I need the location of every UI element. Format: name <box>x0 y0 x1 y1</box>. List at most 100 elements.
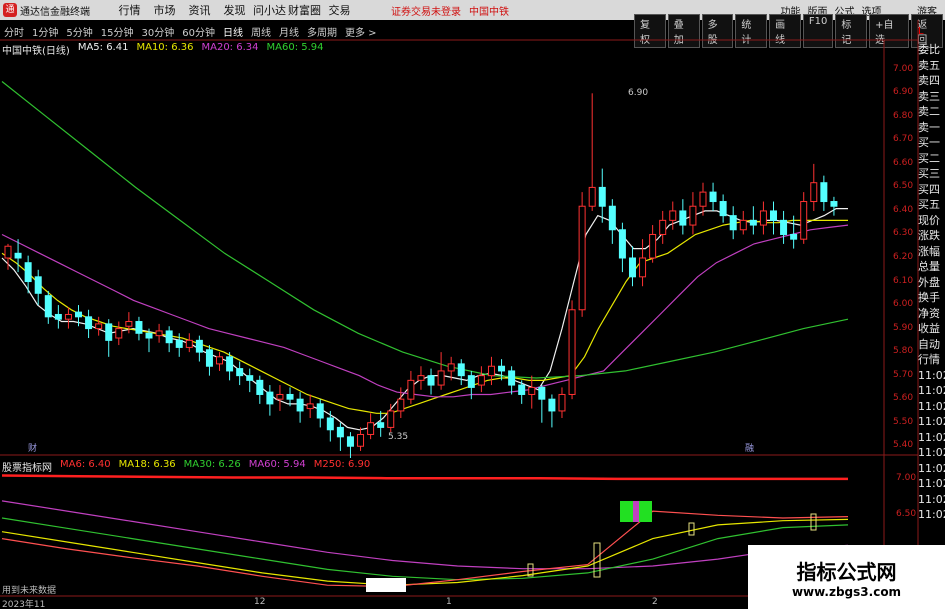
candle-body[interactable] <box>487 365 495 377</box>
price-tick-label: 6.60 <box>893 157 914 168</box>
candle-body[interactable] <box>175 339 183 348</box>
candle-body[interactable] <box>64 313 72 320</box>
candle-body[interactable] <box>518 384 526 395</box>
ma20-line <box>1 224 849 398</box>
candle-body[interactable] <box>216 356 224 365</box>
candle-body[interactable] <box>14 252 22 259</box>
candle-body[interactable] <box>377 422 385 428</box>
candle-body[interactable] <box>286 393 294 400</box>
candle-body[interactable] <box>467 375 475 388</box>
price-tick-label: 6.70 <box>893 134 914 145</box>
candle-body[interactable] <box>316 403 324 419</box>
candle-body[interactable] <box>457 363 465 377</box>
candle-body[interactable] <box>659 219 667 235</box>
candle-body[interactable] <box>649 233 657 259</box>
high-price-label: 6.90 <box>628 88 649 98</box>
candle-body[interactable] <box>357 433 365 447</box>
candle-body[interactable] <box>296 398 304 412</box>
candle-body[interactable] <box>306 403 314 410</box>
candle-body[interactable] <box>115 328 123 339</box>
candle-body[interactable] <box>34 276 42 294</box>
candle-body[interactable] <box>598 186 606 207</box>
candle-body[interactable] <box>417 375 425 381</box>
candle-body[interactable] <box>548 398 556 412</box>
candle-body[interactable] <box>639 257 647 278</box>
candle-body[interactable] <box>246 375 254 381</box>
candle-body[interactable] <box>407 379 415 400</box>
candle-body[interactable] <box>427 375 435 386</box>
candle-body[interactable] <box>810 182 818 203</box>
candle-body[interactable] <box>256 379 264 395</box>
candle-body[interactable] <box>266 391 274 405</box>
candle-body[interactable] <box>387 410 395 428</box>
candle-body[interactable] <box>729 215 737 231</box>
future-data-label: 用到未来数据 <box>2 586 57 596</box>
candle-body[interactable] <box>628 257 636 278</box>
candle-body[interactable] <box>769 210 777 221</box>
candle-body[interactable] <box>205 349 213 367</box>
event-marker-1[interactable]: 财 <box>28 441 37 454</box>
price-tick-label: 5.40 <box>893 440 914 451</box>
candle-body[interactable] <box>4 245 12 259</box>
candle-body[interactable] <box>578 205 586 311</box>
candle-body[interactable] <box>538 386 546 400</box>
candle-body[interactable] <box>780 219 788 235</box>
candle-body[interactable] <box>618 229 626 259</box>
candle-body[interactable] <box>699 191 707 207</box>
candle-body[interactable] <box>165 330 173 344</box>
candle-body[interactable] <box>528 386 536 395</box>
candle-body[interactable] <box>830 201 838 207</box>
candle-body[interactable] <box>276 393 284 400</box>
candle-body[interactable] <box>326 417 334 431</box>
candle-body[interactable] <box>226 356 234 372</box>
m250-line <box>1 474 848 481</box>
ind-ma6-line <box>1 510 849 588</box>
candle-body[interactable] <box>145 332 153 339</box>
candle-body[interactable] <box>54 313 62 320</box>
candle-body[interactable] <box>135 321 143 334</box>
candle-body[interactable] <box>346 436 354 447</box>
candle-body[interactable] <box>608 205 616 231</box>
candle-body[interactable] <box>820 182 828 203</box>
candle-body[interactable] <box>800 201 808 240</box>
candle-body[interactable] <box>588 186 596 207</box>
candle-body[interactable] <box>477 375 485 386</box>
candle-body[interactable] <box>44 295 52 318</box>
price-tick-label: 6.20 <box>893 252 914 262</box>
candle-body[interactable] <box>105 323 113 341</box>
candle-body[interactable] <box>689 205 697 226</box>
candle-body[interactable] <box>336 426 344 438</box>
candle-body[interactable] <box>739 219 747 231</box>
candle-body[interactable] <box>195 339 203 353</box>
kline-chart[interactable] <box>0 0 945 609</box>
price-tick-label: 5.70 <box>893 369 914 380</box>
candle-body[interactable] <box>397 398 405 412</box>
candle-body[interactable] <box>85 316 93 330</box>
candle-body[interactable] <box>236 368 244 377</box>
candle-body[interactable] <box>24 262 32 283</box>
candle-body[interactable] <box>568 309 576 395</box>
indicator-title[interactable]: 股票指标网 <box>2 459 52 474</box>
ind-ma60-line <box>1 500 849 570</box>
candle-body[interactable] <box>759 210 767 226</box>
candle-body[interactable] <box>447 363 455 372</box>
candle-body[interactable] <box>75 311 83 318</box>
candle-body[interactable] <box>749 219 757 226</box>
candle-body[interactable] <box>790 233 798 240</box>
candle-body[interactable] <box>679 210 687 226</box>
candle-body[interactable] <box>437 370 445 386</box>
candle-body[interactable] <box>125 321 133 327</box>
candle-body[interactable] <box>367 422 375 435</box>
candle-body[interactable] <box>95 323 103 330</box>
candle-body[interactable] <box>508 370 516 386</box>
candle-body[interactable] <box>719 201 727 217</box>
candle-body[interactable] <box>709 191 717 203</box>
event-marker-2[interactable]: 融 <box>745 441 754 454</box>
candle-body[interactable] <box>185 339 193 348</box>
price-tick-label: 5.80 <box>893 346 914 357</box>
candle-body[interactable] <box>558 393 566 412</box>
candle-body[interactable] <box>498 365 506 372</box>
ma30-label: MA30: 6.26 <box>183 459 241 470</box>
candle-body[interactable] <box>155 330 163 337</box>
candle-body[interactable] <box>669 210 677 221</box>
